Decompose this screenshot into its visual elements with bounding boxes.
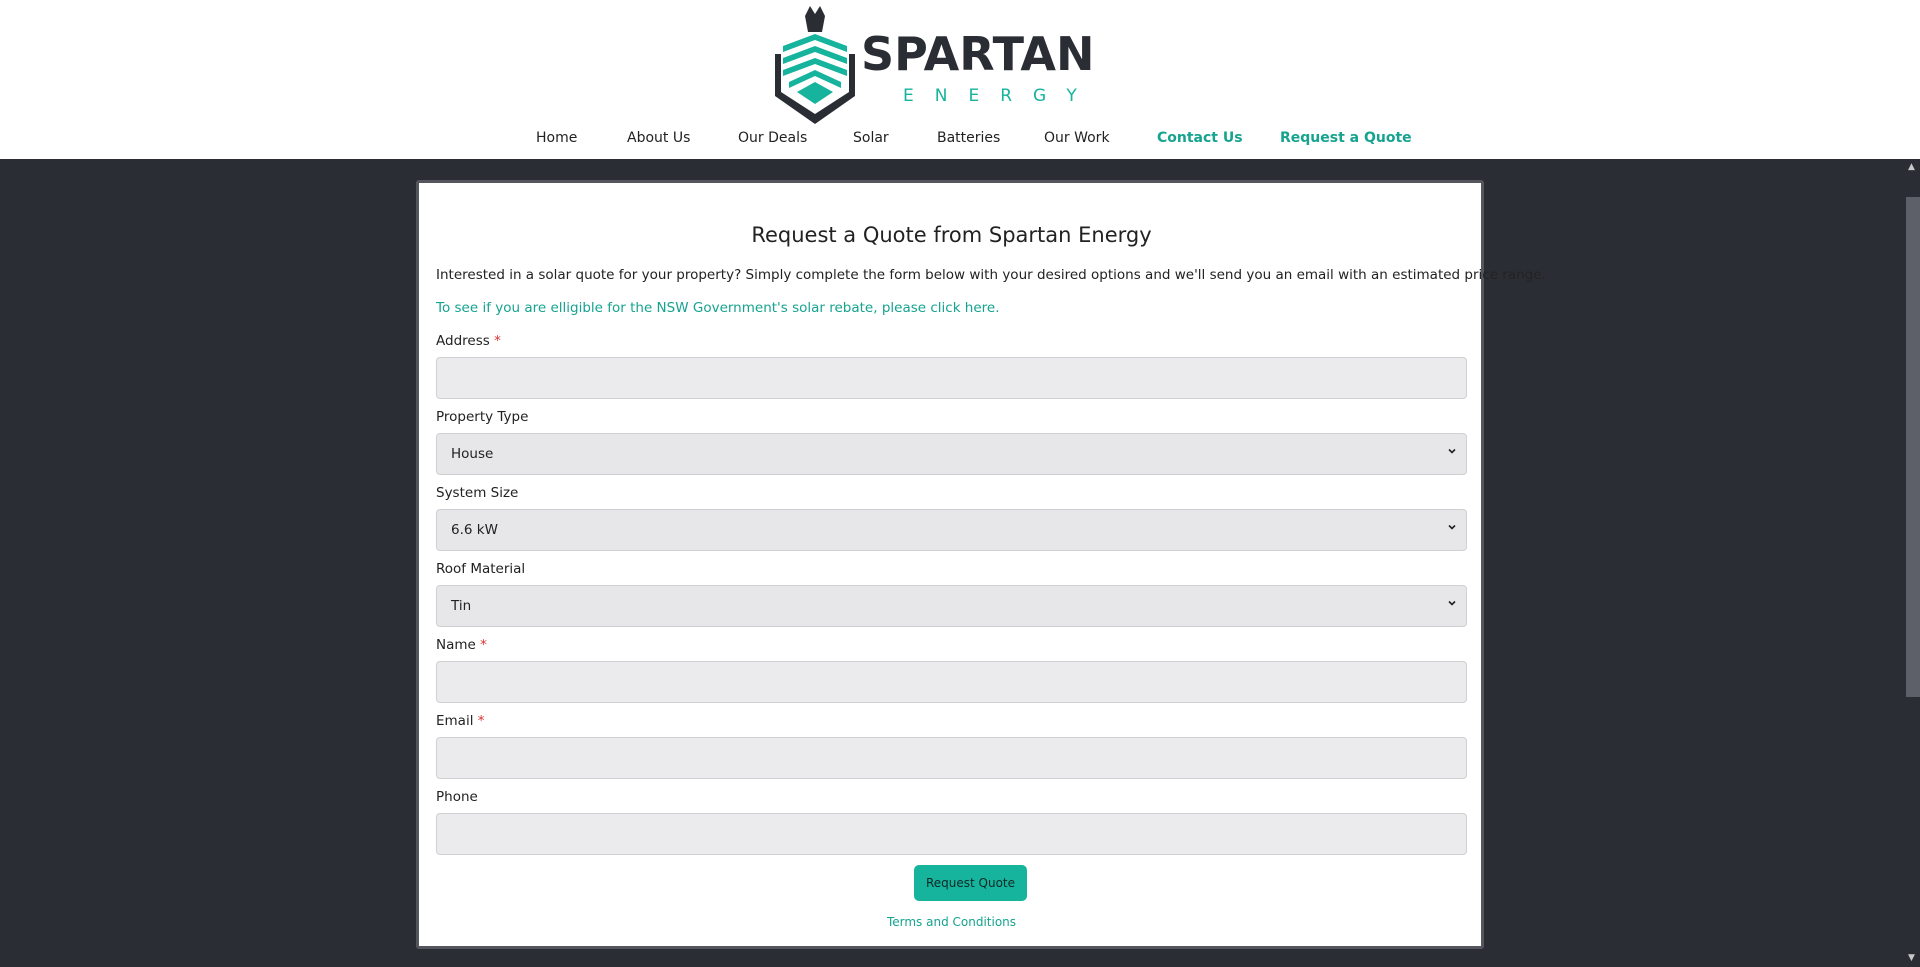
scroll-down-icon[interactable]: ▼ bbox=[1903, 950, 1920, 967]
nav-batteries[interactable]: Batteries bbox=[937, 130, 1000, 146]
request-quote-button[interactable]: Request Quote bbox=[914, 865, 1027, 901]
form-intro-text: Interested in a solar quote for your pro… bbox=[436, 267, 1546, 283]
name-label: Name * bbox=[436, 637, 487, 653]
chevron-down-icon bbox=[1448, 600, 1456, 606]
chevron-down-icon bbox=[1448, 448, 1456, 454]
rebate-eligibility-link[interactable]: To see if you are elligible for the NSW … bbox=[436, 300, 1000, 316]
terms-and-conditions-link[interactable]: Terms and Conditions bbox=[436, 915, 1467, 929]
logo-wordmark: SPARTAN bbox=[861, 27, 1094, 81]
address-input[interactable] bbox=[436, 357, 1467, 399]
nav-about-us[interactable]: About Us bbox=[627, 130, 690, 146]
logo-subtitle: ENERGY bbox=[903, 86, 1098, 106]
system-size-value: 6.6 kW bbox=[451, 522, 498, 538]
quote-form-card: Request a Quote from Spartan Energy Inte… bbox=[416, 180, 1546, 949]
nav-home[interactable]: Home bbox=[536, 130, 577, 146]
roof-material-select[interactable]: Tin bbox=[436, 585, 1467, 627]
nav-our-work[interactable]: Our Work bbox=[1044, 130, 1110, 146]
email-input[interactable] bbox=[436, 737, 1467, 779]
roof-material-value: Tin bbox=[451, 598, 472, 614]
scrollbar-thumb[interactable] bbox=[1906, 197, 1920, 697]
system-size-select[interactable]: 6.6 kW bbox=[436, 509, 1467, 551]
roof-material-label: Roof Material bbox=[436, 561, 526, 577]
property-type-value: House bbox=[451, 446, 494, 462]
name-input[interactable] bbox=[436, 661, 1467, 703]
helmet-emblem-icon bbox=[775, 6, 855, 124]
system-size-label: System Size bbox=[436, 485, 519, 501]
phone-input[interactable] bbox=[436, 813, 1467, 855]
form-title: Request a Quote from Spartan Energy bbox=[751, 223, 1152, 247]
nav-request-a-quote[interactable]: Request a Quote bbox=[1280, 130, 1412, 146]
scroll-up-icon[interactable]: ▲ bbox=[1903, 159, 1920, 176]
phone-label: Phone bbox=[436, 789, 478, 805]
required-marker: * bbox=[480, 637, 487, 653]
main-nav: Home About Us Our Deals Solar Batteries … bbox=[0, 130, 1920, 152]
property-type-select[interactable]: House bbox=[436, 433, 1467, 475]
page-scrollbar[interactable]: ▲ ▼ bbox=[1903, 159, 1920, 967]
email-label-text: Email bbox=[436, 713, 474, 729]
chevron-down-icon bbox=[1448, 524, 1456, 530]
required-marker: * bbox=[477, 713, 485, 729]
address-label: Address * bbox=[436, 333, 501, 349]
nav-contact-us[interactable]: Contact Us bbox=[1157, 130, 1243, 146]
required-marker: * bbox=[494, 333, 501, 349]
name-label-text: Name bbox=[436, 637, 476, 653]
nav-our-deals[interactable]: Our Deals bbox=[738, 130, 807, 146]
spartan-energy-logo[interactable]: SPARTAN ENERGY bbox=[775, 6, 1145, 124]
nav-solar[interactable]: Solar bbox=[853, 130, 889, 146]
address-label-text: Address bbox=[436, 333, 490, 349]
site-header: SPARTAN ENERGY Home About Us Our Deals S… bbox=[0, 0, 1920, 159]
page: SPARTAN ENERGY Home About Us Our Deals S… bbox=[0, 0, 1920, 967]
email-label: Email * bbox=[436, 713, 485, 729]
property-type-label: Property Type bbox=[436, 409, 529, 425]
